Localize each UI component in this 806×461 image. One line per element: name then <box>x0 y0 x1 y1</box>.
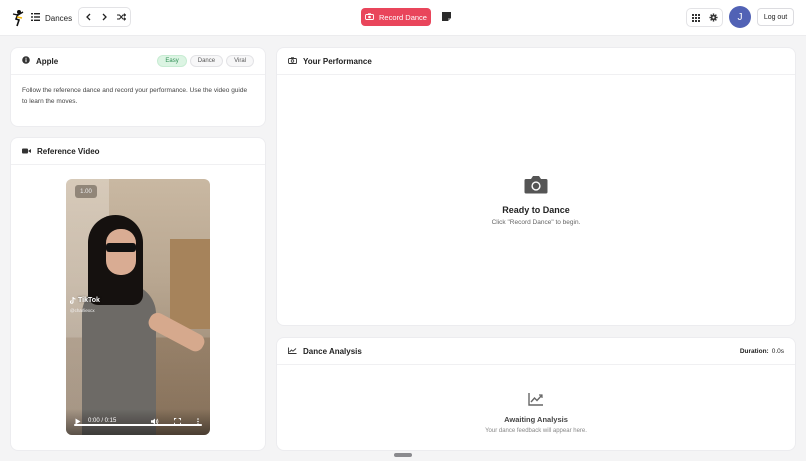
dance-description: Follow the reference dance and record yo… <box>22 87 248 105</box>
reference-video-title: Reference Video <box>37 146 100 156</box>
camera-icon <box>288 56 297 66</box>
top-bar: Dances Record Dance J Log out <box>0 0 806 36</box>
navigation-group <box>78 7 131 27</box>
analysis-empty-title: Awaiting Analysis <box>504 415 568 424</box>
duration-value: 0.0s <box>771 347 784 355</box>
performance-card: Your Performance Ready to Dance Click "R… <box>277 48 795 325</box>
play-button[interactable] <box>75 418 81 425</box>
play-icon <box>75 418 81 425</box>
duration-label: Duration: <box>739 347 769 355</box>
tools-group <box>686 8 723 27</box>
tag-easy: Easy <box>157 55 187 67</box>
duration-readout: Duration: 0.0s <box>740 348 784 355</box>
record-dance-button[interactable]: Record Dance <box>361 8 431 26</box>
shuffle-button[interactable] <box>115 10 129 24</box>
dance-info-header: Apple Easy Dance Viral <box>11 48 265 75</box>
previous-button[interactable] <box>81 10 95 24</box>
performance-empty-subtitle: Click "Record Dance" to begin. <box>491 219 581 226</box>
tag-dance: Dance <box>189 55 224 67</box>
app-logo-icon[interactable] <box>11 9 25 27</box>
more-vertical-icon <box>197 418 199 425</box>
tiktok-watermark-label: TikTok <box>78 297 100 304</box>
tag-viral: Viral <box>226 55 254 67</box>
reference-video-player[interactable]: 1.00 TikTok @charliexcx 0:00 / 0:15 <box>66 179 210 435</box>
user-avatar[interactable]: J <box>729 6 751 28</box>
trending-chart-icon <box>528 392 544 408</box>
performance-empty-title: Ready to Dance <box>502 205 570 215</box>
video-camera-icon <box>22 147 31 156</box>
performance-empty-state: Ready to Dance Click "Record Dance" to b… <box>277 174 795 226</box>
avatar-initial: J <box>737 11 743 23</box>
analysis-empty-state: Awaiting Analysis Your dance feedback wi… <box>277 392 795 434</box>
video-frame-dancer-face <box>106 229 136 275</box>
shuffle-icon <box>117 13 126 21</box>
volume-icon <box>151 418 159 425</box>
analysis-card: Dance Analysis Duration: 0.0s Awaiting An… <box>277 338 795 450</box>
volume-button[interactable] <box>151 418 159 425</box>
notes-icon[interactable] <box>441 11 452 22</box>
video-controls: 0:00 / 0:15 <box>66 409 210 435</box>
next-button[interactable] <box>98 10 112 24</box>
analysis-empty-subtitle: Your dance feedback will appear here. <box>485 428 587 434</box>
video-frame-sunglasses <box>106 243 136 252</box>
logout-button[interactable]: Log out <box>757 8 794 26</box>
performance-title: Your Performance <box>303 56 372 66</box>
line-chart-icon <box>288 347 297 356</box>
video-progress-fill <box>74 424 202 426</box>
list-icon <box>31 13 40 23</box>
video-time: 0:00 / 0:15 <box>88 418 117 424</box>
playback-speed-badge[interactable]: 1.00 <box>75 185 97 198</box>
performance-header: Your Performance <box>277 48 795 75</box>
chevron-left-icon <box>85 13 90 21</box>
apps-grid-button[interactable] <box>691 13 700 22</box>
dance-info-card: Apple Easy Dance Viral Follow the refere… <box>11 48 265 126</box>
bottom-drag-handle[interactable] <box>394 453 412 457</box>
more-options-button[interactable] <box>197 418 199 425</box>
dances-menu-label: Dances <box>45 13 73 23</box>
tiktok-icon <box>70 297 76 304</box>
gear-icon <box>708 13 718 22</box>
chevron-right-icon <box>102 13 107 21</box>
fullscreen-button[interactable] <box>174 418 181 425</box>
camera-icon <box>365 12 374 22</box>
grid-icon <box>691 13 700 22</box>
video-progress-bar[interactable] <box>74 424 202 426</box>
reference-video-card: Reference Video 1.00 TikTok @charliexcx … <box>11 138 265 450</box>
dance-title: Apple <box>36 56 59 66</box>
dances-menu-button[interactable]: Dances <box>31 9 72 27</box>
camera-large-icon <box>524 174 548 196</box>
settings-button[interactable] <box>708 13 718 22</box>
tiktok-handle: @charliexcx <box>70 308 95 313</box>
tiktok-watermark: TikTok <box>70 297 100 304</box>
video-frame-cabinet <box>170 239 210 329</box>
dance-tags: Easy Dance Viral <box>157 55 254 67</box>
fullscreen-icon <box>174 418 181 425</box>
analysis-header: Dance Analysis Duration: 0.0s <box>277 338 795 365</box>
record-dance-label: Record Dance <box>379 12 427 22</box>
info-icon <box>22 56 30 66</box>
reference-video-header: Reference Video <box>11 138 265 165</box>
analysis-title: Dance Analysis <box>303 346 362 356</box>
